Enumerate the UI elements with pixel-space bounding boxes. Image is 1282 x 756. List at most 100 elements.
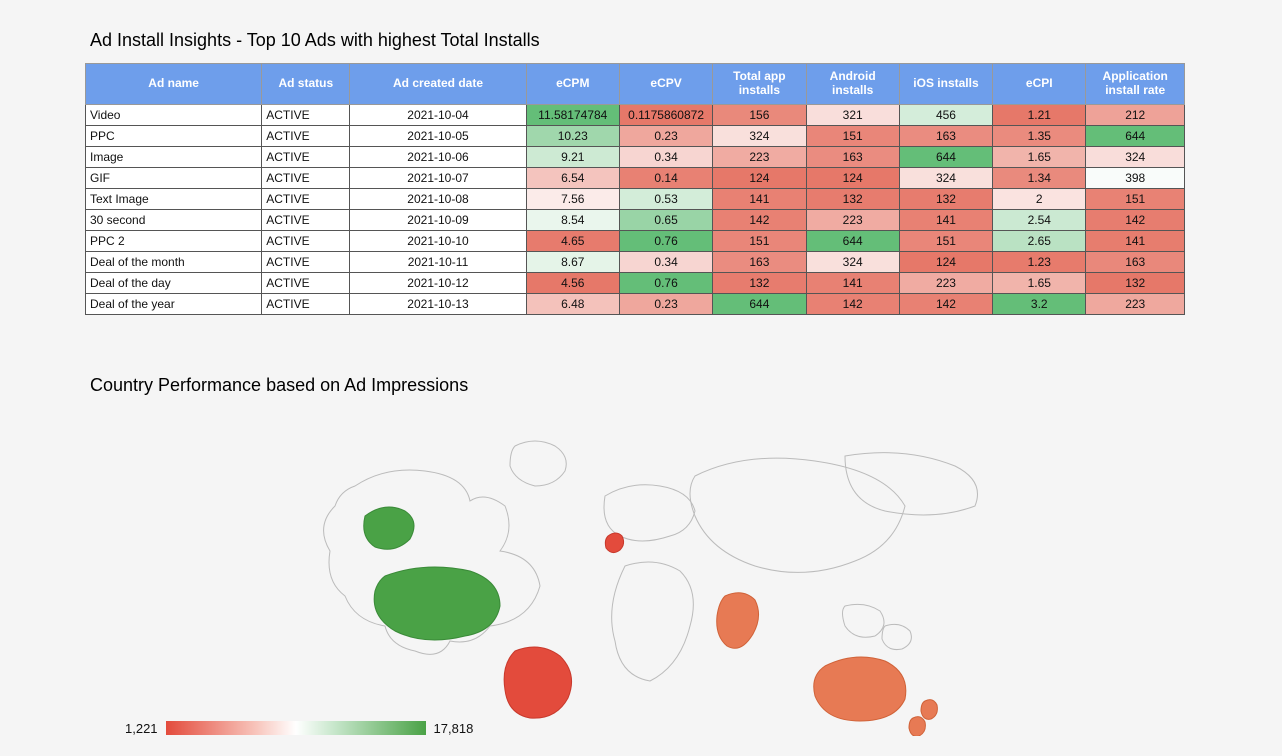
cell-date: 2021-10-10 — [350, 230, 526, 251]
cell-ecpm: 7.56 — [526, 188, 619, 209]
th-date[interactable]: Ad created date — [350, 64, 526, 105]
table-row[interactable]: VideoACTIVE2021-10-0411.581747840.117586… — [86, 104, 1185, 125]
th-air[interactable]: Application install rate — [1086, 64, 1185, 105]
cell-ecpi: 2.65 — [993, 230, 1086, 251]
cell-ecpm: 8.67 — [526, 251, 619, 272]
cell-status: ACTIVE — [262, 230, 350, 251]
cell-total_app: 124 — [713, 167, 806, 188]
cell-android: 132 — [806, 188, 899, 209]
legend-gradient — [166, 721, 426, 735]
cell-ecpm: 6.48 — [526, 293, 619, 314]
cell-name: Text Image — [86, 188, 262, 209]
country-newzealand[interactable] — [909, 699, 937, 735]
cell-status: ACTIVE — [262, 272, 350, 293]
table-row[interactable]: Deal of the yearACTIVE2021-10-136.480.23… — [86, 293, 1185, 314]
cell-ios: 163 — [899, 125, 992, 146]
country-usa[interactable] — [364, 507, 500, 640]
cell-android: 223 — [806, 209, 899, 230]
cell-android: 163 — [806, 146, 899, 167]
cell-ecpm: 6.54 — [526, 167, 619, 188]
cell-name: Deal of the month — [86, 251, 262, 272]
cell-status: ACTIVE — [262, 104, 350, 125]
cell-name: PPC — [86, 125, 262, 146]
cell-ios: 151 — [899, 230, 992, 251]
cell-ios: 456 — [899, 104, 992, 125]
cell-ecpi: 1.23 — [993, 251, 1086, 272]
cell-ecpi: 1.65 — [993, 272, 1086, 293]
country-brazil[interactable] — [504, 647, 571, 718]
cell-air: 212 — [1086, 104, 1185, 125]
cell-air: 142 — [1086, 209, 1185, 230]
table-row[interactable]: PPCACTIVE2021-10-0510.230.233241511631.3… — [86, 125, 1185, 146]
country-india[interactable] — [717, 592, 759, 647]
ad-insights-table-wrap: Ad name Ad status Ad created date eCPM e… — [85, 63, 1185, 315]
cell-date: 2021-10-07 — [350, 167, 526, 188]
cell-ecpv: 0.34 — [619, 146, 712, 167]
cell-status: ACTIVE — [262, 146, 350, 167]
cell-ecpm: 4.56 — [526, 272, 619, 293]
th-ecpi[interactable]: eCPI — [993, 64, 1086, 105]
cell-date: 2021-10-13 — [350, 293, 526, 314]
cell-ecpv: 0.65 — [619, 209, 712, 230]
th-ios[interactable]: iOS installs — [899, 64, 992, 105]
cell-air: 141 — [1086, 230, 1185, 251]
cell-ecpv: 0.76 — [619, 272, 712, 293]
country-australia[interactable] — [814, 657, 906, 721]
cell-status: ACTIVE — [262, 167, 350, 188]
cell-air: 398 — [1086, 167, 1185, 188]
cell-total_app: 141 — [713, 188, 806, 209]
cell-ecpv: 0.14 — [619, 167, 712, 188]
cell-ecpi: 1.34 — [993, 167, 1086, 188]
cell-status: ACTIVE — [262, 251, 350, 272]
cell-ecpv: 0.53 — [619, 188, 712, 209]
th-ecpm[interactable]: eCPM — [526, 64, 619, 105]
cell-ecpv: 0.1175860872 — [619, 104, 712, 125]
table-row[interactable]: Deal of the monthACTIVE2021-10-118.670.3… — [86, 251, 1185, 272]
cell-name: Video — [86, 104, 262, 125]
cell-total_app: 223 — [713, 146, 806, 167]
cell-android: 142 — [806, 293, 899, 314]
cell-date: 2021-10-08 — [350, 188, 526, 209]
cell-total_app: 156 — [713, 104, 806, 125]
cell-air: 644 — [1086, 125, 1185, 146]
cell-ecpi: 2.54 — [993, 209, 1086, 230]
cell-total_app: 132 — [713, 272, 806, 293]
cell-android: 151 — [806, 125, 899, 146]
cell-android: 324 — [806, 251, 899, 272]
cell-ecpv: 0.23 — [619, 293, 712, 314]
world-map: 1,221 17,818 — [85, 416, 1185, 736]
section2-title: Country Performance based on Ad Impressi… — [90, 375, 1242, 396]
cell-status: ACTIVE — [262, 209, 350, 230]
th-ecpv[interactable]: eCPV — [619, 64, 712, 105]
table-row[interactable]: GIFACTIVE2021-10-076.540.141241243241.34… — [86, 167, 1185, 188]
cell-name: PPC 2 — [86, 230, 262, 251]
cell-ecpm: 4.65 — [526, 230, 619, 251]
cell-android: 321 — [806, 104, 899, 125]
cell-ios: 644 — [899, 146, 992, 167]
cell-ecpi: 1.65 — [993, 146, 1086, 167]
cell-status: ACTIVE — [262, 125, 350, 146]
cell-date: 2021-10-09 — [350, 209, 526, 230]
table-row[interactable]: ImageACTIVE2021-10-069.210.342231636441.… — [86, 146, 1185, 167]
cell-name: Deal of the day — [86, 272, 262, 293]
th-total-app[interactable]: Total app installs — [713, 64, 806, 105]
table-row[interactable]: 30 secondACTIVE2021-10-098.540.651422231… — [86, 209, 1185, 230]
cell-total_app: 151 — [713, 230, 806, 251]
cell-date: 2021-10-06 — [350, 146, 526, 167]
th-name[interactable]: Ad name — [86, 64, 262, 105]
cell-ecpm: 9.21 — [526, 146, 619, 167]
country-uk[interactable] — [605, 533, 623, 553]
cell-ios: 223 — [899, 272, 992, 293]
cell-total_app: 142 — [713, 209, 806, 230]
cell-air: 324 — [1086, 146, 1185, 167]
table-row[interactable]: Deal of the dayACTIVE2021-10-124.560.761… — [86, 272, 1185, 293]
cell-ios: 132 — [899, 188, 992, 209]
cell-ecpv: 0.34 — [619, 251, 712, 272]
cell-date: 2021-10-04 — [350, 104, 526, 125]
table-row[interactable]: Text ImageACTIVE2021-10-087.560.53141132… — [86, 188, 1185, 209]
cell-name: GIF — [86, 167, 262, 188]
th-status[interactable]: Ad status — [262, 64, 350, 105]
th-android[interactable]: Android installs — [806, 64, 899, 105]
cell-status: ACTIVE — [262, 293, 350, 314]
table-row[interactable]: PPC 2ACTIVE2021-10-104.650.761516441512.… — [86, 230, 1185, 251]
